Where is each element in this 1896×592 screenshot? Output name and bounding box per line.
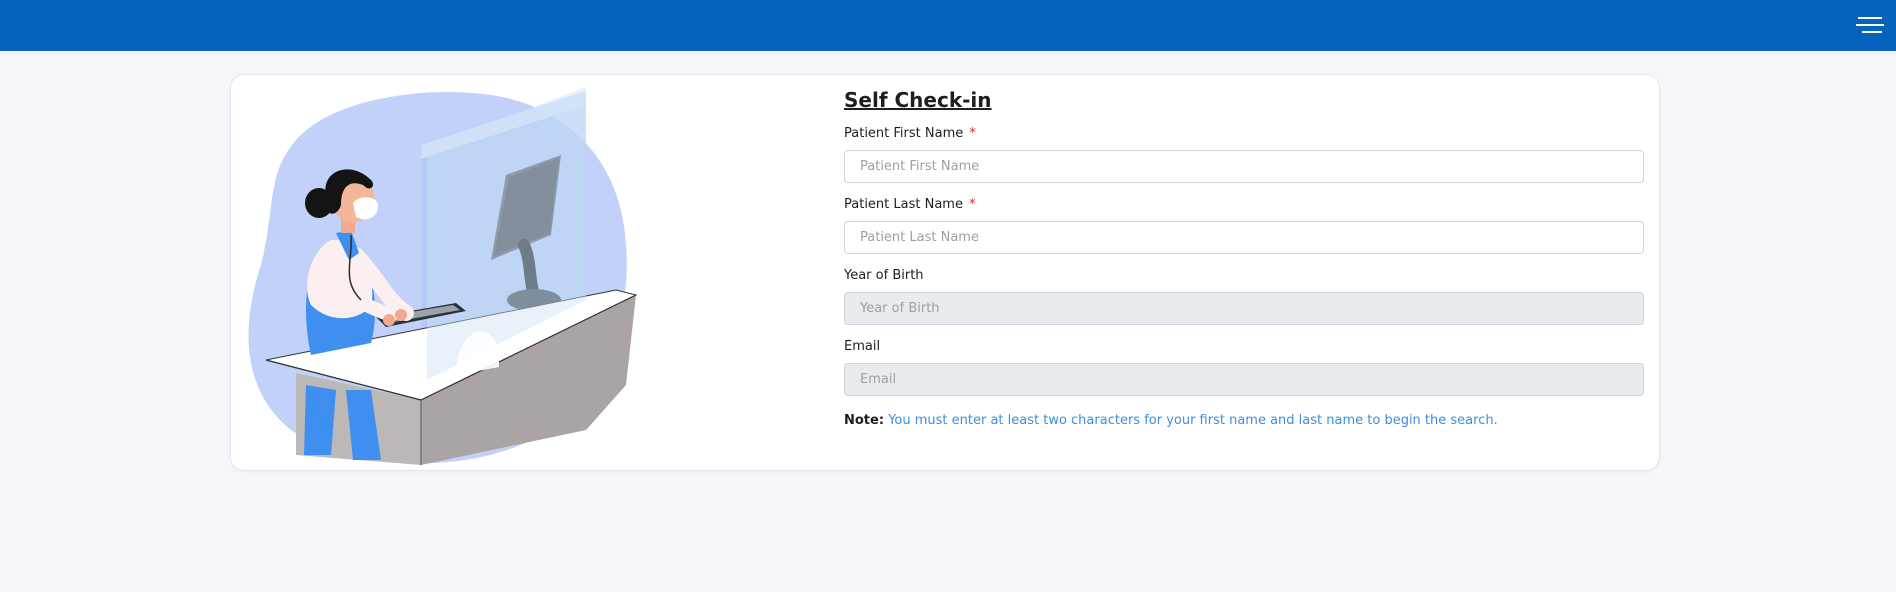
hamburger-menu-icon[interactable] xyxy=(1854,14,1886,36)
first-name-input[interactable] xyxy=(844,150,1644,183)
required-mark: * xyxy=(969,126,976,141)
note-text: You must enter at least two characters f… xyxy=(888,413,1498,428)
check-in-card: Self Check-in Patient First Name * Patien… xyxy=(230,74,1660,471)
page-title: Self Check-in xyxy=(844,88,992,112)
email-input[interactable] xyxy=(844,363,1644,396)
search-note: Note: You must enter at least two charac… xyxy=(844,412,1644,430)
top-navbar xyxy=(0,0,1896,51)
required-mark: * xyxy=(968,197,976,212)
last-name-group: Patient Last Name * xyxy=(844,196,1644,254)
self-check-in-kiosk-illustration xyxy=(248,87,638,465)
check-in-form: Self Check-in Patient First Name * Patien… xyxy=(844,87,1644,430)
last-name-label: Patient Last Name * xyxy=(844,197,976,212)
year-of-birth-input[interactable] xyxy=(844,292,1644,325)
year-of-birth-label: Year of Birth xyxy=(844,268,924,283)
first-name-label: Patient First Name * xyxy=(844,126,976,141)
email-label: Email xyxy=(844,339,881,354)
first-name-group: Patient First Name * xyxy=(844,125,1644,183)
note-label: Note: xyxy=(844,413,885,428)
year-of-birth-group: Year of Birth xyxy=(844,267,1644,325)
last-name-input[interactable] xyxy=(844,221,1644,254)
email-group: Email xyxy=(844,338,1644,396)
